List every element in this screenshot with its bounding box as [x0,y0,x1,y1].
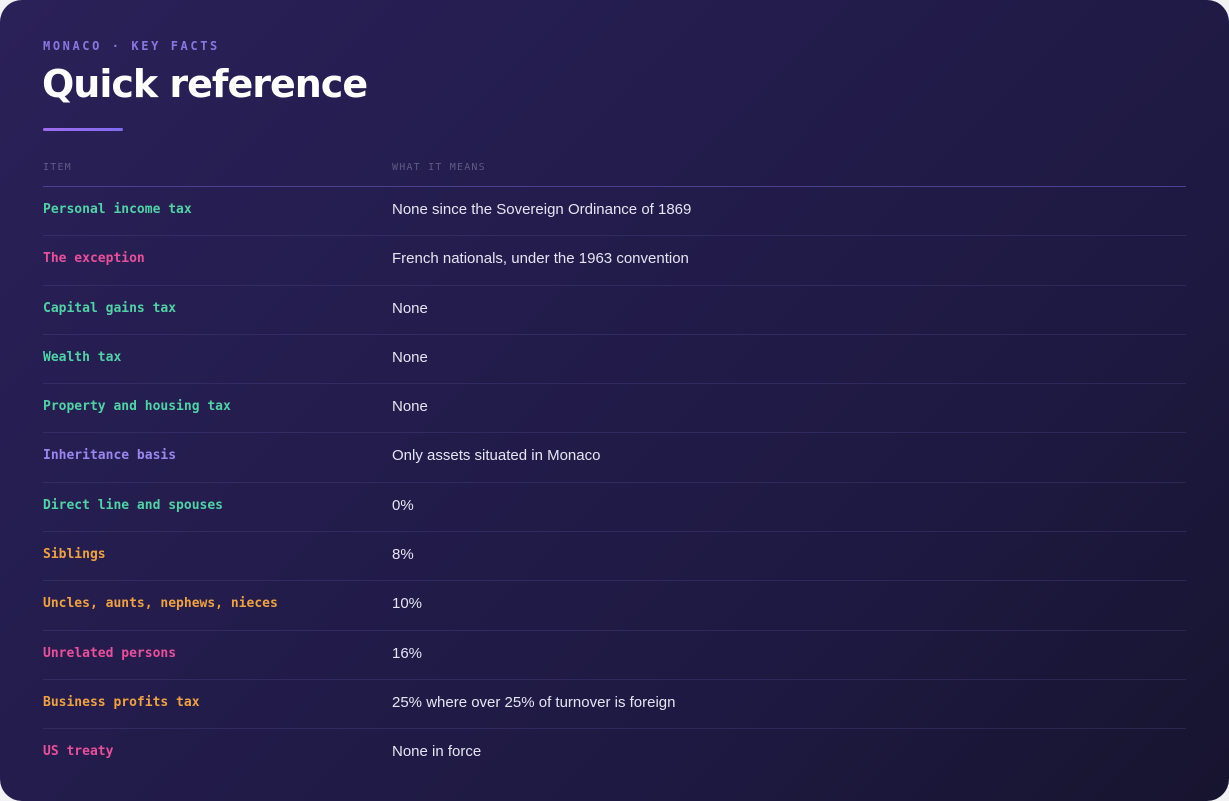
row-item: US treaty [43,744,114,760]
row-meaning: 8% [392,546,414,564]
eyebrow-label: MONACO · KEY FACTS [43,39,220,53]
column-header-item: ITEM [43,162,72,173]
table-row: US treaty None in force [43,729,1186,777]
row-meaning: None [392,348,428,366]
row-item: Business profits tax [43,694,200,710]
table-header: ITEM WHAT IT MEANS [43,162,1186,187]
row-item: The exception [43,251,145,267]
row-item: Uncles, aunts, nephews, nieces [43,596,278,612]
row-meaning: 25% where over 25% of turnover is foreig… [392,693,676,711]
page-title: Quick reference [42,62,368,106]
row-meaning: None since the Sovereign Ordinance of 18… [392,201,692,218]
table-row: Property and housing tax None [43,384,1186,434]
table-row: Business profits tax 25% where over 25% o… [43,680,1186,730]
table-row: Unrelated persons 16% [43,631,1186,680]
row-item: Personal income tax [43,202,192,217]
row-meaning: 0% [392,496,414,514]
row-item: Direct line and spouses [43,497,224,513]
table-body: Personal income tax None since the Sovere… [43,187,1186,778]
row-item: Property and housing tax [43,399,231,415]
table-row: Capital gains tax None [43,286,1186,335]
row-meaning: 10% [392,595,423,613]
row-item: Inheritance basis [43,448,177,464]
title-underline [43,128,123,131]
table-row: Uncles, aunts, nephews, nieces 10% [43,581,1186,631]
row-meaning: French nationals, under the 1963 convent… [392,250,689,268]
row-item: Wealth tax [43,349,122,365]
table-row: Direct line and spouses 0% [43,483,1186,533]
row-meaning: None in force [392,743,482,761]
row-meaning: None [392,299,428,317]
row-meaning: 16% [392,644,423,662]
table-row: Inheritance basis Only assets situated in… [43,433,1186,483]
quick-reference-card: MONACO · KEY FACTS Quick reference ITEM … [0,0,1229,801]
table-row: Siblings 8% [43,532,1186,582]
table-row: Wealth tax None [43,335,1186,385]
row-meaning: Only assets situated in Monaco [392,447,601,465]
table-row: Personal income tax None since the Sovere… [43,187,1186,237]
column-header-meaning: WHAT IT MEANS [392,162,486,173]
table-row: The exception French nationals, under the… [43,236,1186,286]
row-meaning: None [392,398,428,416]
row-item: Capital gains tax [43,300,177,316]
row-item: Siblings [43,547,106,563]
row-item: Unrelated persons [43,645,177,661]
